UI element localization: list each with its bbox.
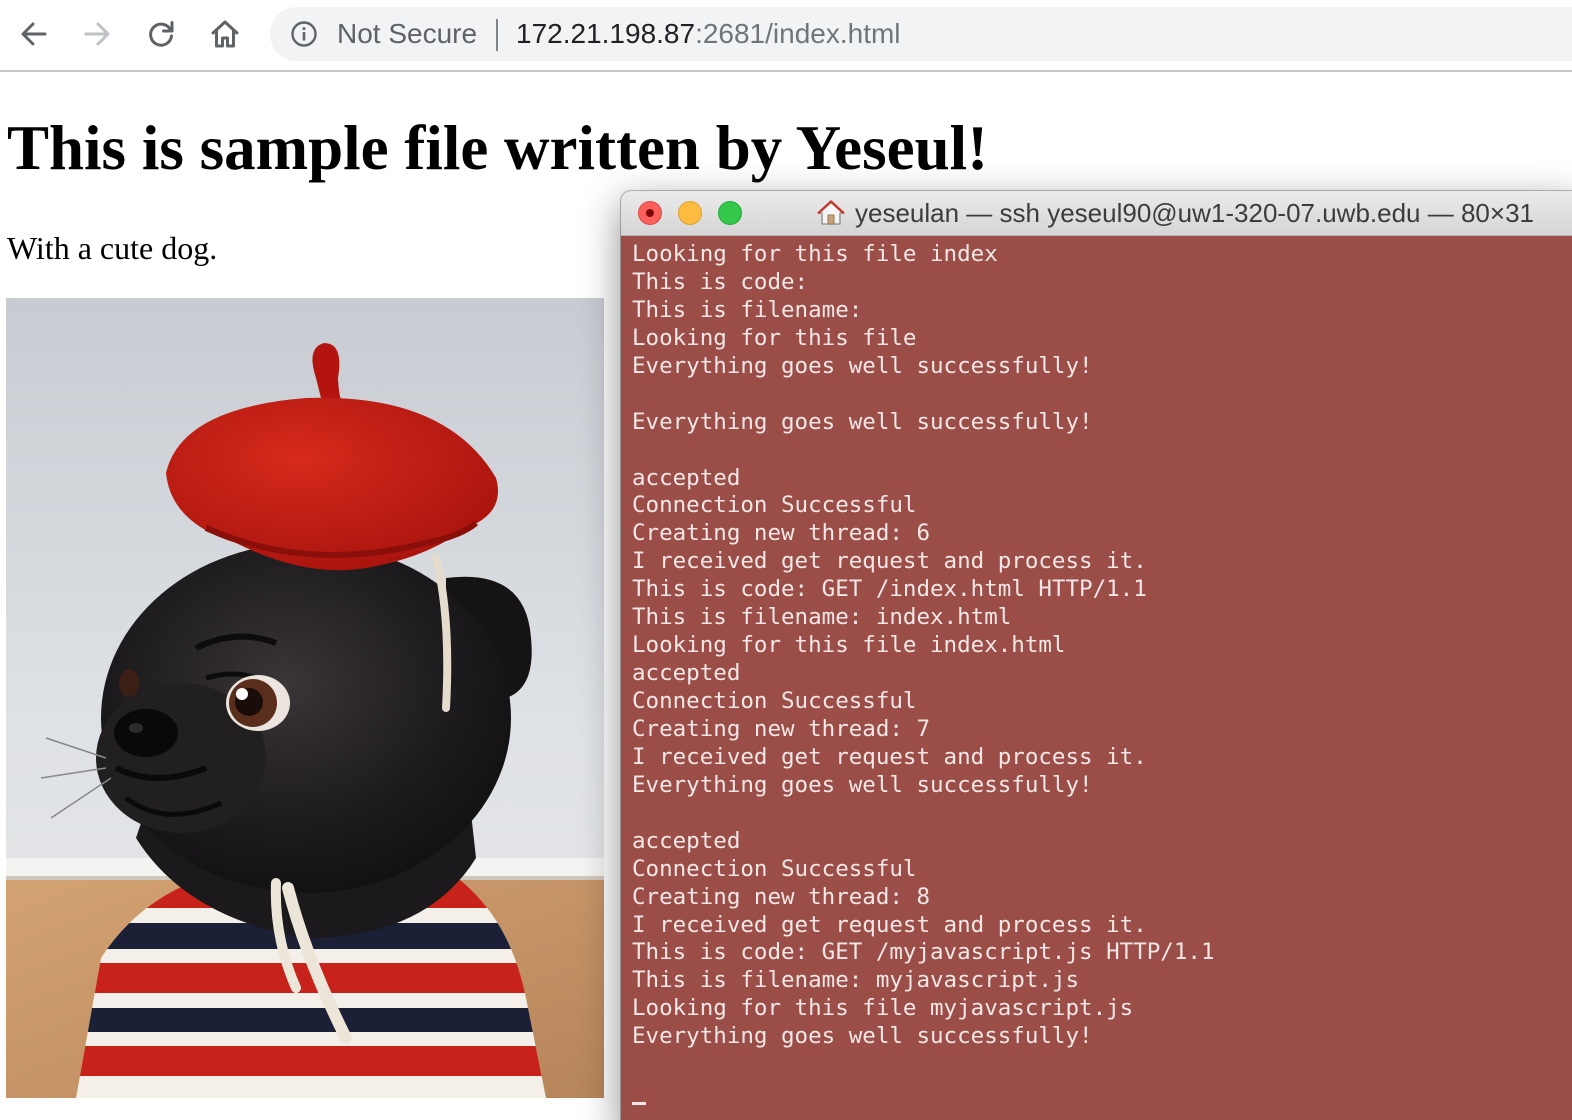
terminal-line: Everything goes well successfully! [632, 408, 1093, 435]
terminal-line: This is filename: index.html [632, 604, 1012, 631]
terminal-line: accepted [632, 660, 741, 687]
terminal-line: This is filename: [632, 296, 863, 323]
terminal-line: Creating new thread: 6 [632, 520, 931, 547]
terminal-line: I received get request and process it. [632, 548, 1147, 575]
reload-icon [149, 21, 174, 47]
home-button[interactable] [205, 14, 245, 54]
terminal-line: Looking for this file myjavascript.js [632, 995, 1134, 1022]
terminal-line: Connection Successful [632, 855, 917, 882]
url-text[interactable]: 172.21.198.87:2681/index.html [516, 18, 901, 50]
terminal-line: This is filename: myjavascript.js [632, 967, 1080, 994]
terminal-line: Creating new thread: 7 [632, 715, 931, 742]
page-paragraph: With a cute dog. [7, 230, 218, 266]
terminal-line: Connection Successful [632, 688, 917, 714]
forward-button[interactable] [77, 14, 117, 54]
terminal-line: This is code: GET /myjavascript.js HTTP/… [632, 939, 1215, 966]
page-heading: This is sample file written by Yeseul! [7, 113, 989, 183]
dog-photo [6, 298, 604, 1098]
reload-button[interactable] [141, 14, 181, 54]
terminal-line: Looking for this file index.html [632, 632, 1066, 659]
terminal-title: yeseulan — ssh yeseul90@uw1-320-07.uwb.e… [855, 198, 1534, 228]
security-status-label[interactable]: Not Secure [337, 18, 477, 50]
address-bar-divider [496, 19, 498, 51]
terminal-line: Everything goes well successfully! [632, 352, 1093, 379]
url-path: :2681/index.html [695, 18, 901, 49]
terminal-line: accepted [632, 464, 741, 491]
close-window-button[interactable] [638, 201, 662, 225]
terminal-line: I received get request and process it. [632, 743, 1147, 770]
zoom-window-button[interactable] [718, 201, 742, 225]
close-icon [646, 209, 654, 217]
home-folder-icon [817, 200, 845, 225]
terminal-line: This is code: [632, 268, 809, 295]
terminal-line: Looking for this file [632, 324, 917, 351]
terminal-line: Creating new thread: 8 [632, 883, 931, 910]
terminal-cursor [632, 1102, 646, 1105]
terminal-line: I received get request and process it. [632, 911, 1147, 938]
browser-toolbar: Not Secure 172.21.198.87:2681/index.html [0, 0, 1572, 72]
arrow-left-icon [21, 22, 47, 46]
terminal-line: Connection Successful [632, 492, 917, 519]
terminal-line: This is code: GET /index.html HTTP/1.1 [632, 576, 1147, 603]
address-bar[interactable]: Not Secure 172.21.198.87:2681/index.html [270, 7, 1572, 61]
terminal-line: Looking for this file index [632, 241, 998, 267]
info-circle-icon[interactable] [290, 20, 318, 48]
home-icon [211, 20, 239, 48]
back-button[interactable] [14, 14, 54, 54]
arrow-right-icon [84, 22, 110, 46]
terminal-line: Everything goes well successfully! [632, 771, 1093, 798]
terminal-line: accepted [632, 827, 741, 854]
minimize-window-button[interactable] [678, 201, 702, 225]
terminal-line: Everything goes well successfully! [632, 1023, 1093, 1050]
url-host: 172.21.198.87 [516, 18, 696, 49]
terminal-titlebar[interactable]: yeseulan — ssh yeseul90@uw1-320-07.uwb.e… [621, 191, 1572, 236]
terminal-output[interactable]: Looking for this file index This is code:… [632, 241, 1572, 1120]
screen: Not Secure 172.21.198.87:2681/index.html… [0, 0, 1572, 1120]
terminal-window[interactable]: yeseulan — ssh yeseul90@uw1-320-07.uwb.e… [621, 191, 1572, 1120]
